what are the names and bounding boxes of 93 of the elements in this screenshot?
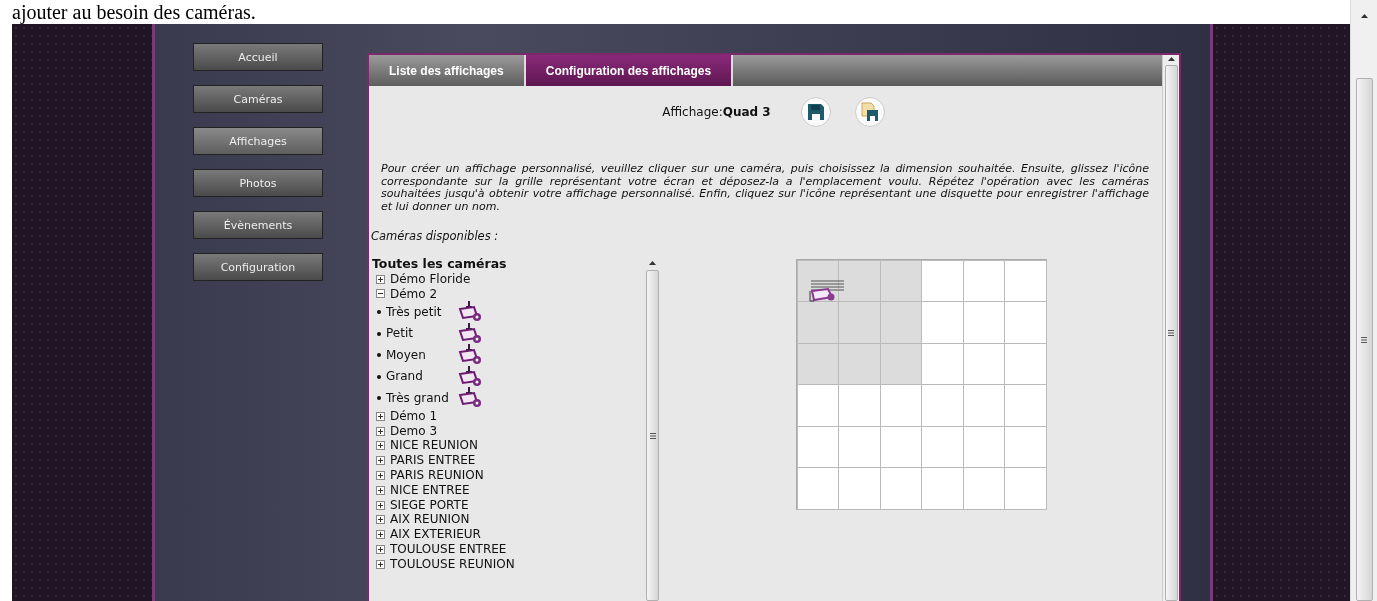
cameras-label: Caméras disponibles : <box>371 229 500 243</box>
nav-button[interactable]: Accueil <box>193 43 323 71</box>
size-option[interactable]: Grand <box>386 369 458 385</box>
scroll-up-arrow-icon[interactable] <box>1360 14 1368 18</box>
grid-cell[interactable] <box>921 425 964 468</box>
scroll-thumb[interactable] <box>1164 65 1178 601</box>
tree-item[interactable]: TOULOUSE ENTREE <box>390 542 507 557</box>
tree-item[interactable]: PARIS REUNION <box>390 468 484 483</box>
plus-box-icon[interactable] <box>376 411 385 421</box>
scroll-up-arrow-icon[interactable] <box>649 261 656 265</box>
nav-button[interactable]: Évènements <box>193 211 323 239</box>
size-option[interactable]: Petit <box>386 326 458 342</box>
tree-item[interactable]: TOULOUSE REUNION <box>390 556 515 572</box>
bullet-icon <box>377 353 381 358</box>
scroll-up-arrow-icon[interactable] <box>1167 57 1175 61</box>
grid-cell[interactable] <box>838 384 881 427</box>
grid-cell[interactable] <box>1004 467 1047 510</box>
tree-item[interactable]: Démo Floride <box>390 271 471 287</box>
page-caption: ajouter au besoin des caméras. <box>11 0 257 24</box>
tree-item[interactable]: SIEGE PORTE <box>390 497 469 513</box>
grid-cell[interactable] <box>921 467 964 510</box>
bullet-icon <box>377 396 381 401</box>
tab[interactable]: Configuration des affichages <box>525 55 734 86</box>
grid-cell[interactable] <box>879 301 922 344</box>
tab[interactable]: Liste des affichages <box>369 55 526 86</box>
grid-cell[interactable] <box>921 259 964 302</box>
bullet-icon <box>377 331 381 336</box>
bullet-icon <box>377 310 381 315</box>
grid-cell[interactable] <box>1004 259 1047 302</box>
grid-cell[interactable] <box>796 467 839 510</box>
instructions-text: Pour créer un affichage personnalisé, veuillez cliquer sur une caméra, puis choisissez la dimension souhaitée. Ensuite, glissez l'icône correspondante sur la grille représentant votre écran et déposez-la a l'emplacement voulu. Répétez l'opération avec les caméras souhaitées jusqu'à obtenir votre affichage personnalisé. Enfin, cliquez sur l'icône représentant une disquette pour enregistrer l'affichage et lui donner un nom. <box>381 163 1149 213</box>
nav-button[interactable]: Configuration <box>193 253 323 281</box>
page-scrollbar[interactable] <box>1350 0 1377 601</box>
display-name: Affichage:Quad 3 <box>662 105 771 119</box>
plus-box-icon[interactable] <box>376 500 385 510</box>
grid-cell[interactable] <box>921 384 964 427</box>
grid-cell[interactable] <box>838 342 881 385</box>
plus-box-icon[interactable] <box>376 470 385 480</box>
grid-cell[interactable] <box>879 384 922 427</box>
nav-button[interactable]: Caméras <box>193 85 323 113</box>
plus-box-icon[interactable] <box>376 515 385 525</box>
scroll-thumb[interactable] <box>646 270 659 601</box>
save-button[interactable] <box>800 97 831 127</box>
tree-item[interactable]: AIX REUNION <box>390 512 470 528</box>
size-option[interactable]: Très grand <box>386 390 458 406</box>
grid-cell[interactable] <box>921 301 964 344</box>
save-as-button[interactable] <box>854 97 885 127</box>
plus-box-icon[interactable] <box>376 530 385 540</box>
grid-cell[interactable] <box>962 384 1005 427</box>
grid-cell[interactable] <box>921 342 964 385</box>
grid-cell[interactable] <box>1004 384 1047 427</box>
grid-cell[interactable] <box>838 467 881 510</box>
plus-box-icon[interactable] <box>376 274 385 284</box>
tree-item[interactable]: NICE ENTREE <box>390 482 470 498</box>
size-option[interactable]: Très petit <box>386 304 458 320</box>
grid-cell[interactable] <box>879 467 922 510</box>
grid-cell[interactable] <box>796 384 839 427</box>
tree-item[interactable]: Démo 2 <box>390 286 438 302</box>
nav-button[interactable]: Photos <box>193 169 323 197</box>
tree-item[interactable]: Démo 1 <box>390 408 438 424</box>
grid-cell[interactable] <box>962 467 1005 510</box>
grid-cell[interactable] <box>838 301 881 344</box>
tree-root[interactable]: Toutes les caméras <box>372 257 645 272</box>
grip-icon <box>649 432 656 439</box>
plus-box-icon[interactable] <box>376 426 385 436</box>
minus-box-icon[interactable] <box>376 289 385 299</box>
grid-cell[interactable] <box>838 259 881 302</box>
grid-cell[interactable] <box>1004 425 1047 468</box>
camera-icon[interactable] <box>458 321 482 346</box>
grid-cell[interactable] <box>796 301 839 344</box>
tree-item[interactable]: NICE REUNION <box>390 438 478 454</box>
tree-item[interactable]: Demo 3 <box>390 423 438 439</box>
document-floppy-icon <box>860 102 879 122</box>
content-scrollbar[interactable] <box>1162 55 1179 601</box>
camera-icon[interactable] <box>458 364 482 389</box>
plus-box-icon[interactable] <box>376 559 385 569</box>
nav-button[interactable]: Affichages <box>193 127 323 155</box>
scroll-thumb[interactable] <box>1355 78 1373 601</box>
grid-cell[interactable] <box>962 301 1005 344</box>
plus-box-icon[interactable] <box>376 441 385 451</box>
tree-item[interactable]: AIX EXTERIEUR <box>390 527 481 543</box>
grid-cell[interactable] <box>838 425 881 468</box>
plus-box-icon[interactable] <box>376 456 385 466</box>
plus-box-icon[interactable] <box>376 544 385 554</box>
grid-cell[interactable] <box>1004 301 1047 344</box>
grip-icon <box>1361 336 1367 343</box>
tree-item[interactable]: PARIS ENTREE <box>390 453 476 469</box>
bullet-icon <box>377 374 381 379</box>
plus-box-icon[interactable] <box>376 485 385 495</box>
size-option[interactable]: Moyen <box>386 347 458 363</box>
grip-icon <box>1168 330 1174 336</box>
camera-icon[interactable] <box>807 278 844 303</box>
grid-cell[interactable] <box>1004 342 1047 385</box>
